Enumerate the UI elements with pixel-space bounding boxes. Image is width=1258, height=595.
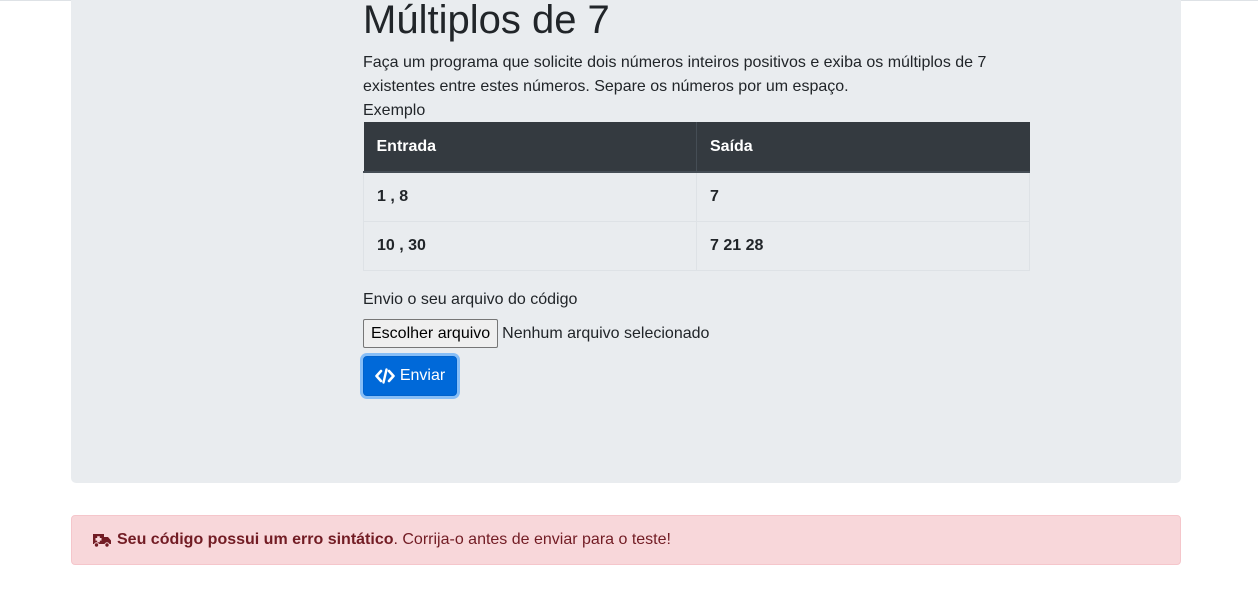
table-row: 10 , 30 7 21 28: [363, 220, 1030, 271]
column-header-input: Entrada: [363, 122, 697, 173]
upload-label: Envio o seu arquivo do código: [363, 291, 578, 308]
table-cell-input: 1 , 8: [363, 171, 697, 222]
choose-file-button[interactable]: Escolher arquivo: [363, 319, 499, 348]
table-cell-output: 7: [696, 171, 1030, 222]
alert-title: Seu código possui um erro sintático: [117, 531, 394, 548]
table-row: 1 , 8 7: [363, 171, 1030, 222]
column-header-output: Saída: [696, 122, 1030, 173]
error-alert: Seu código possui um erro sintático . Co…: [71, 515, 1181, 565]
example-table: Entrada Saída 1 , 8 7 10 , 30 7 21 28: [363, 122, 1030, 271]
submit-button[interactable]: Enviar: [363, 356, 457, 396]
table-header-row: Entrada Saída: [363, 122, 1030, 173]
problem-description: Faça um programa que solicite dois númer…: [363, 54, 987, 95]
code-icon: [375, 368, 395, 384]
file-input: Escolher arquivo Nenhum arquivo selecion…: [363, 319, 709, 348]
file-status-text: Nenhum arquivo selecionado: [502, 324, 710, 342]
page-title: Múltiplos de 7: [363, 0, 610, 42]
submit-label: Enviar: [399, 367, 446, 384]
alert-message: . Corrija-o antes de enviar para o teste…: [393, 531, 671, 548]
problem-panel: Múltiplos de 7 Faça um programa que soli…: [71, 0, 1181, 483]
ambulance-icon: [92, 532, 112, 548]
table-cell-output: 7 21 28: [696, 220, 1030, 271]
table-cell-input: 10 , 30: [363, 220, 697, 271]
example-label: Exemplo: [363, 102, 426, 119]
